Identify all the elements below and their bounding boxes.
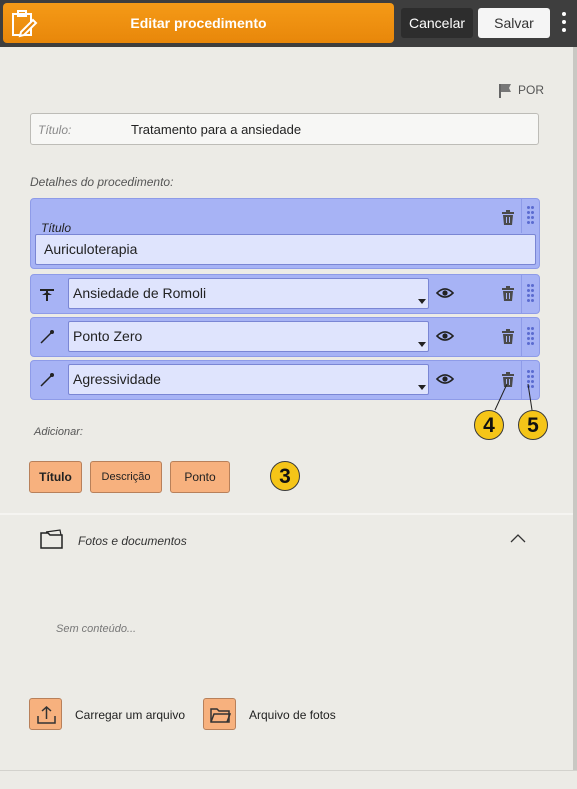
empty-content-label: Sem conteúdo... xyxy=(56,623,137,635)
point-row: Agressividade xyxy=(30,360,540,400)
title-bar: Editar procedimento xyxy=(3,3,394,43)
title-field-label: Título: xyxy=(38,123,72,137)
language-selector[interactable]: POR xyxy=(498,82,544,98)
trash-icon[interactable] xyxy=(501,329,515,344)
callout-5: 5 xyxy=(518,410,548,440)
needle-icon xyxy=(40,330,54,344)
scrollbar[interactable] xyxy=(573,47,577,770)
block-title-input[interactable]: Auriculoterapia xyxy=(35,234,536,265)
add-description-button[interactable]: Descrição xyxy=(90,461,162,493)
eye-icon[interactable] xyxy=(436,373,454,385)
point-select-value: Ponto Zero xyxy=(73,328,143,344)
drag-handle-icon xyxy=(527,206,535,226)
point-select-value: Agressividade xyxy=(73,371,161,387)
callout-3: 3 xyxy=(270,461,300,491)
folder-documents-icon xyxy=(40,529,63,549)
title-field-value[interactable]: Tratamento para a ansiedade xyxy=(131,122,301,137)
more-options-icon[interactable] xyxy=(558,12,570,36)
add-point-button[interactable]: Ponto xyxy=(170,461,230,493)
block-title-label: Título xyxy=(41,221,72,235)
upload-file-button[interactable] xyxy=(29,698,62,730)
drag-handle[interactable] xyxy=(521,199,539,233)
callout-4: 4 xyxy=(474,410,504,440)
bottom-divider xyxy=(0,770,577,771)
point-row: Ansiedade de Romoli xyxy=(30,274,540,314)
add-title-button[interactable]: Título xyxy=(29,461,82,493)
point-select[interactable]: Ansiedade de Romoli xyxy=(68,278,429,309)
drag-handle-icon xyxy=(527,327,535,347)
drag-handle[interactable] xyxy=(521,275,539,313)
details-label: Detalhes do procedimento: xyxy=(30,175,174,189)
title-block: Título Auriculoterapia xyxy=(30,198,540,269)
drag-handle[interactable] xyxy=(521,318,539,356)
photos-section-label: Fotos e documentos xyxy=(78,534,187,548)
trash-icon[interactable] xyxy=(501,210,515,225)
dropdown-arrow-icon xyxy=(418,299,426,304)
needle-icon xyxy=(40,373,54,387)
dropdown-arrow-icon xyxy=(418,385,426,390)
point-select-value: Ansiedade de Romoli xyxy=(73,285,207,301)
point-select[interactable]: Agressividade xyxy=(68,364,429,395)
dropdown-arrow-icon xyxy=(418,342,426,347)
eye-icon[interactable] xyxy=(436,287,454,299)
add-label: Adicionar: xyxy=(34,426,83,438)
flag-icon xyxy=(499,83,511,98)
trash-icon[interactable] xyxy=(501,286,515,301)
upload-icon xyxy=(37,705,56,724)
chevron-up-icon[interactable] xyxy=(510,533,526,543)
point-select[interactable]: Ponto Zero xyxy=(68,321,429,352)
language-label: POR xyxy=(518,83,545,97)
divider xyxy=(0,513,573,515)
cancel-button[interactable]: Cancelar xyxy=(401,8,473,38)
upload-file-label[interactable]: Carregar um arquivo xyxy=(75,708,185,722)
eye-icon[interactable] xyxy=(436,330,454,342)
page-title: Editar procedimento xyxy=(130,15,267,31)
photo-archive-label[interactable]: Arquivo de fotos xyxy=(249,708,336,722)
procedure-title-field[interactable]: Título: Tratamento para a ansiedade xyxy=(30,113,539,145)
top-bar: Editar procedimento Cancelar Salvar xyxy=(0,0,577,47)
folder-open-icon xyxy=(210,708,231,723)
photo-archive-button[interactable] xyxy=(203,698,236,730)
acupuncture-point-icon xyxy=(40,289,54,301)
save-button[interactable]: Salvar xyxy=(478,8,550,38)
drag-handle-icon xyxy=(527,284,535,304)
point-row: Ponto Zero xyxy=(30,317,540,357)
